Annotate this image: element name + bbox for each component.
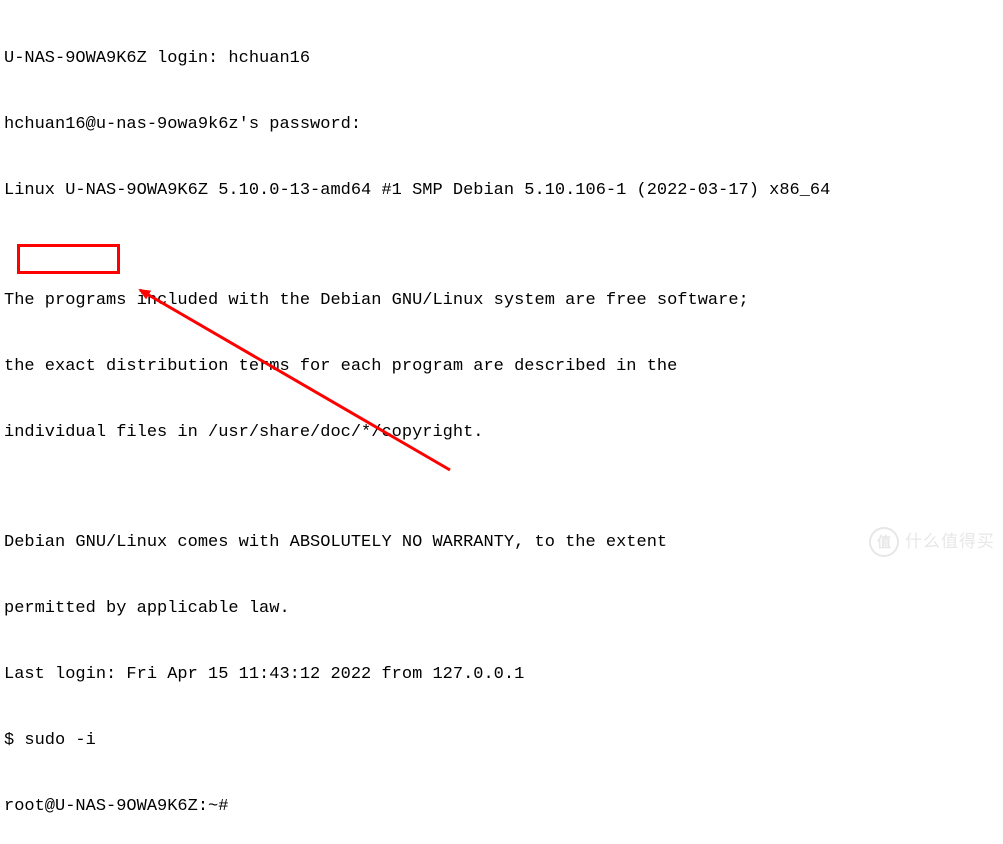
terminal-output[interactable]: U-NAS-9OWA9K6Z login: hchuan16 hchuan16@…	[0, 0, 1003, 844]
terminal-line: Last login: Fri Apr 15 11:43:12 2022 fro…	[4, 664, 999, 686]
watermark-text: 什么值得买	[905, 531, 995, 553]
terminal-line: U-NAS-9OWA9K6Z login: hchuan16	[4, 48, 999, 70]
terminal-line: hchuan16@u-nas-9owa9k6z's password:	[4, 114, 999, 136]
terminal-line: the exact distribution terms for each pr…	[4, 356, 999, 378]
terminal-line: root@U-NAS-9OWA9K6Z:~#	[4, 796, 999, 818]
terminal-line: Linux U-NAS-9OWA9K6Z 5.10.0-13-amd64 #1 …	[4, 180, 999, 202]
terminal-line: The programs included with the Debian GN…	[4, 290, 999, 312]
terminal-line: permitted by applicable law.	[4, 598, 999, 620]
terminal-line: $ sudo -i	[4, 730, 999, 752]
watermark: 值 什么值得买	[869, 527, 995, 557]
terminal-line: Debian GNU/Linux comes with ABSOLUTELY N…	[4, 532, 999, 554]
watermark-badge-icon: 值	[869, 527, 899, 557]
terminal-line: individual files in /usr/share/doc/*/cop…	[4, 422, 999, 444]
